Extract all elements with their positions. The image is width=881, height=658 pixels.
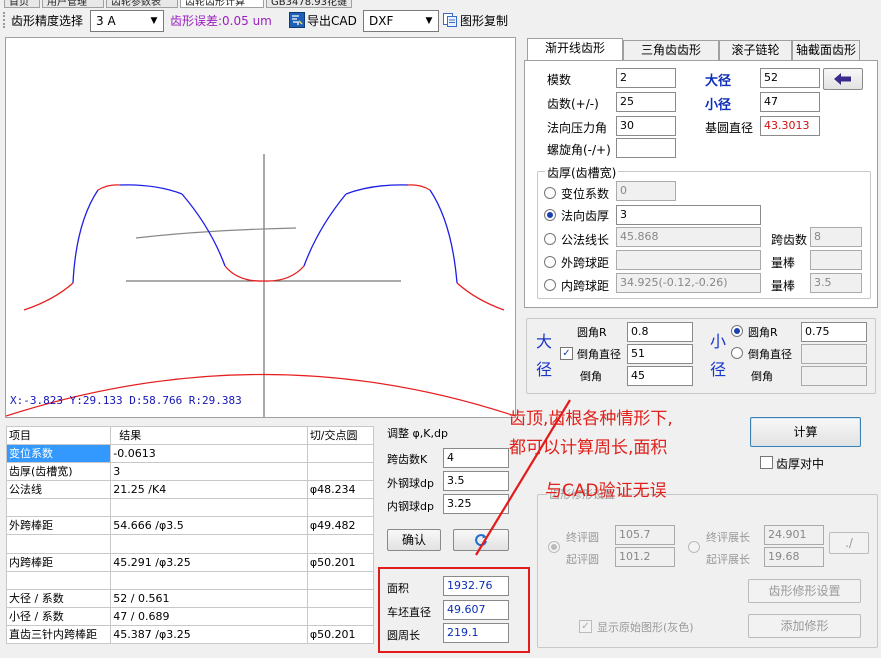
annotation-line-3: 与CAD验证无误 <box>545 481 667 501</box>
annotation-line-2: 都可以计算周长,面积 <box>509 438 668 458</box>
annotation-arrow <box>475 399 571 556</box>
annotation-line-1: 齿顶,齿根各种情形下, <box>509 409 673 429</box>
